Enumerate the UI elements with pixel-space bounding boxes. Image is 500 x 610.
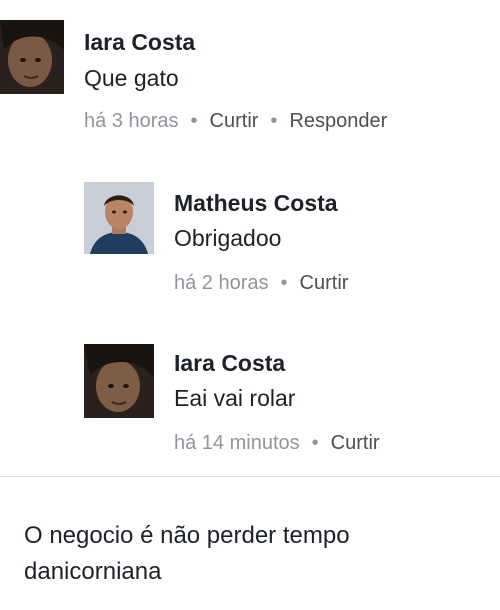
separator-dot: • bbox=[270, 110, 278, 132]
comment-time[interactable]: há 3 horas bbox=[84, 110, 179, 132]
comment-time[interactable]: há 2 horas bbox=[174, 272, 269, 294]
comment-author[interactable]: Matheus Costa bbox=[174, 190, 338, 217]
separator-dot: • bbox=[190, 110, 198, 132]
separator-dot: • bbox=[311, 432, 319, 454]
comment-time[interactable]: há 14 minutos bbox=[174, 432, 300, 454]
comment-author[interactable]: Iara Costa bbox=[174, 350, 285, 377]
separator-dot: • bbox=[280, 272, 288, 294]
comment-text: Obrigadoo bbox=[174, 225, 282, 251]
reply-button[interactable]: Responder bbox=[289, 110, 387, 132]
avatar[interactable] bbox=[84, 344, 154, 418]
profile-photo-icon bbox=[0, 20, 64, 94]
comment-text: Eai vai rolar bbox=[174, 385, 296, 411]
like-button[interactable]: Curtir bbox=[210, 110, 259, 132]
profile-photo-icon bbox=[84, 182, 154, 254]
avatar[interactable] bbox=[0, 20, 64, 94]
comment-meta: há 3 horas • Curtir • Responder bbox=[84, 110, 387, 133]
avatar[interactable] bbox=[84, 182, 154, 254]
comment-meta: há 2 horas • Curtir bbox=[174, 272, 348, 295]
meme-caption: O negocio é não perder tempo danicornian… bbox=[24, 522, 350, 585]
comment-author[interactable]: Iara Costa bbox=[84, 29, 195, 56]
comment-meta: há 14 minutos • Curtir bbox=[174, 432, 380, 455]
comment-text: Que gato bbox=[84, 65, 179, 91]
profile-photo-icon bbox=[84, 344, 154, 418]
like-button[interactable]: Curtir bbox=[331, 432, 380, 454]
like-button[interactable]: Curtir bbox=[300, 272, 349, 294]
comment-thread: Iara Costa Que gato há 3 horas • Curtir • Re… bbox=[0, 0, 500, 477]
